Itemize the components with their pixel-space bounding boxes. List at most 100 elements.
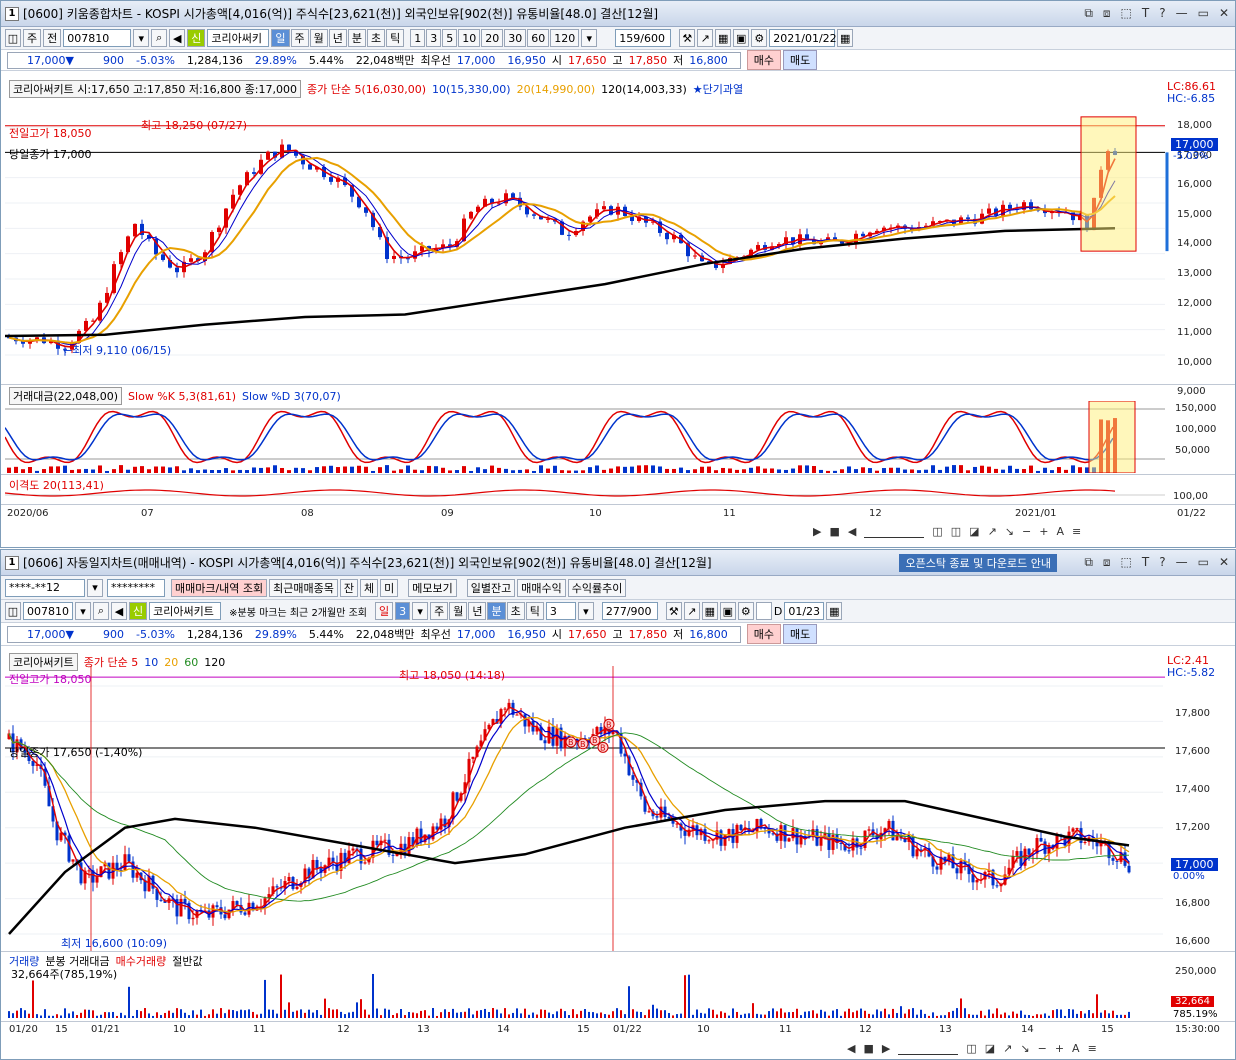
draw-icon[interactable]: ↗ (697, 29, 714, 47)
period-select[interactable]: 일 (374, 602, 394, 620)
speaker-icon[interactable]: ◀ (169, 29, 186, 47)
code-input[interactable]: 007810 (23, 602, 73, 620)
count-input[interactable]: 159/600 (615, 29, 672, 47)
buy-button[interactable]: 매수 (746, 50, 782, 70)
menu-icon[interactable]: ≡ (1088, 1042, 1097, 1055)
minute-button[interactable]: 20 (481, 29, 504, 47)
date-input[interactable]: 01/23 (784, 602, 825, 620)
save-icon[interactable]: ▣ (733, 29, 750, 47)
period-button[interactable]: 틱 (386, 29, 405, 47)
bottom-scroll-controls[interactable]: ◀ ■ ▶ ◫ ◪ ↗ ↘ − + A ≡ (847, 1042, 1097, 1055)
close-icon[interactable]: ✕ (1219, 555, 1229, 570)
volume-chart[interactable] (5, 952, 1165, 1020)
stock-name[interactable]: 코리아써키트 (149, 602, 222, 620)
chart-icon[interactable]: ◫ (932, 525, 942, 538)
stop-icon[interactable]: ■ (829, 525, 839, 538)
period-button[interactable]: 월 (449, 602, 468, 620)
bottom-price-chart[interactable]: B B BBB (5, 666, 1165, 951)
draw-icon[interactable]: ↗ (1003, 1042, 1012, 1055)
buy-button[interactable]: 매수 (746, 624, 782, 644)
link-icon[interactable]: ⧈ (1103, 555, 1111, 570)
restore-icon[interactable]: ⧉ (1084, 555, 1093, 570)
period-button[interactable]: 일 (271, 29, 290, 47)
account-action-button[interactable]: 일별잔고 (466, 578, 516, 597)
period-button[interactable]: 월 (309, 29, 328, 47)
chart-icon-3[interactable]: ◪ (969, 525, 979, 538)
text-icon[interactable]: T (1142, 6, 1149, 21)
account-action-button[interactable]: 메모보기 (408, 578, 457, 597)
period-button[interactable]: 주 (430, 602, 449, 620)
minute-button[interactable]: 3 (426, 29, 442, 47)
minimize-icon[interactable]: — (1176, 555, 1188, 570)
help-icon[interactable]: ? (1159, 555, 1165, 570)
chart-icon[interactable]: ◫ (966, 1042, 976, 1055)
close-icon[interactable]: ✕ (1219, 6, 1229, 21)
layout-icon[interactable]: ◫ (5, 602, 21, 620)
speaker-icon[interactable]: ◀ (111, 602, 127, 620)
save-icon[interactable]: ▣ (719, 602, 736, 620)
dropdown-icon[interactable]: ▾ (577, 602, 594, 620)
minute-button[interactable]: 5 (442, 29, 458, 47)
minute-button[interactable]: 120 (550, 29, 580, 47)
layout-icon[interactable]: ◫ (5, 29, 21, 47)
tick-n[interactable]: 3 (545, 602, 576, 620)
account-action-button[interactable]: 미 (380, 578, 399, 597)
date-input[interactable]: 2021/01/22 (769, 29, 837, 47)
minute-dropdown-icon[interactable]: ▾ (581, 29, 598, 47)
calendar-icon[interactable]: ▦ (837, 29, 854, 47)
settings-icon[interactable]: ⚙ (751, 29, 768, 47)
text-icon[interactable]: A (1056, 525, 1064, 538)
account-action-button[interactable]: 매매마크/내역 조회 (171, 578, 268, 597)
period-button[interactable]: 년 (468, 602, 487, 620)
draw-icon-2[interactable]: ↘ (1020, 1042, 1029, 1055)
count-input[interactable]: 277/900 (601, 602, 658, 620)
period-button[interactable]: 분 (487, 602, 506, 620)
sell-button[interactable]: 매도 (783, 624, 818, 644)
restore-icon[interactable]: ⧉ (1084, 6, 1093, 21)
search-icon[interactable]: ⌕ (93, 602, 109, 620)
password-input[interactable]: ******** (107, 578, 165, 597)
maximize-icon[interactable]: ▭ (1198, 555, 1209, 570)
tools-icon[interactable]: ⚒ (679, 29, 696, 47)
settings-icon[interactable]: ⚙ (737, 602, 754, 620)
top-price-chart[interactable] (5, 96, 1169, 379)
code-input[interactable]: 007810 (63, 29, 132, 47)
menu-icon[interactable]: ≡ (1072, 525, 1081, 538)
maximize-icon[interactable]: ▭ (1198, 6, 1209, 21)
zoom-bar[interactable] (898, 1042, 959, 1055)
bottom-titlebar[interactable]: 1 [0606] 자동일지차트(매매내역) - KOSPI 시가총액[4,016… (1, 550, 1235, 576)
link-icon[interactable]: ⧈ (1103, 6, 1111, 21)
zoom-bar[interactable] (864, 525, 925, 538)
zoom-out-icon[interactable]: − (1038, 1042, 1047, 1055)
dropdown-icon[interactable]: ▾ (133, 29, 150, 47)
period-n[interactable]: 3 (395, 602, 411, 620)
stop-icon[interactable]: ■ (863, 1042, 873, 1055)
tools-icon[interactable]: ⚒ (665, 602, 682, 620)
draw-icon[interactable]: ↗ (988, 525, 997, 538)
account-action-button[interactable]: 수익률추이 (567, 578, 627, 597)
d-checkbox[interactable] (755, 602, 772, 620)
table-icon[interactable]: ▦ (715, 29, 732, 47)
minute-button[interactable]: 60 (527, 29, 550, 47)
zoom-out-icon[interactable]: − (1022, 525, 1031, 538)
text-icon[interactable]: A (1072, 1042, 1080, 1055)
notice-button[interactable]: 오픈스탁 종료 및 다운로드 안내 (899, 554, 1057, 572)
period-button[interactable]: 년 (328, 29, 347, 47)
zoom-in-icon[interactable]: + (1039, 525, 1048, 538)
disparity-chart[interactable] (5, 481, 1169, 505)
period-button[interactable]: 틱 (525, 602, 544, 620)
account-select[interactable]: ****-**12 (5, 578, 85, 597)
dropdown-icon[interactable]: ▾ (87, 578, 103, 597)
period-button[interactable]: 주 (290, 29, 309, 47)
stochastic-chart[interactable] (5, 401, 1169, 473)
mode-toggle[interactable]: 전 (43, 29, 62, 47)
zoom-in-icon[interactable]: + (1055, 1042, 1064, 1055)
dropdown-icon[interactable]: ▾ (412, 602, 429, 620)
draw-icon-2[interactable]: ↘ (1005, 525, 1014, 538)
text-icon[interactable]: T (1142, 555, 1149, 570)
minute-button[interactable]: 10 (458, 29, 481, 47)
mode-select[interactable]: 주 (23, 29, 42, 47)
calendar-icon[interactable]: ▦ (826, 602, 843, 620)
account-action-button[interactable]: 매매수익 (517, 578, 566, 597)
period-button[interactable]: 분 (347, 29, 366, 47)
